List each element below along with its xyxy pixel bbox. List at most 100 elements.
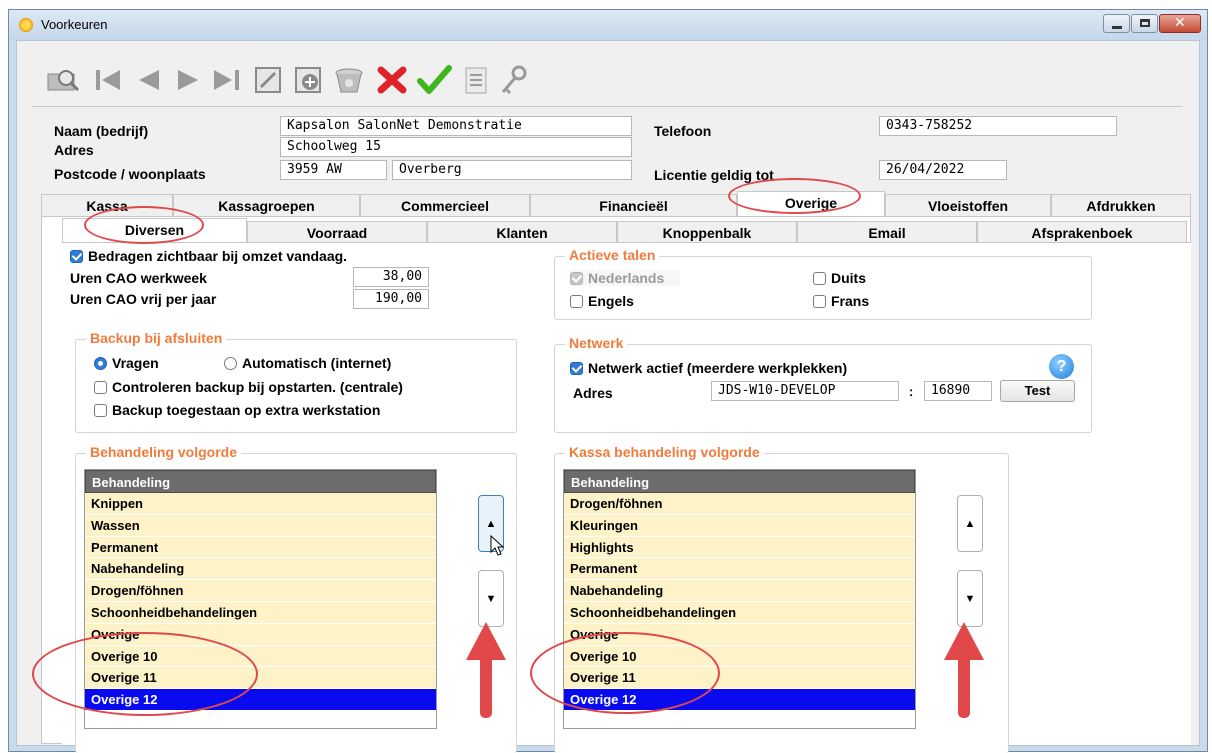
- languages-group: Actieve talen Nederlands Duits Engels Fr…: [554, 247, 1092, 320]
- keys-icon: [501, 65, 527, 95]
- tab-voorraad[interactable]: Voorraad: [247, 221, 427, 243]
- tab-afdrukken[interactable]: Afdrukken: [1051, 194, 1191, 216]
- hours-week-label: Uren CAO werkweek: [70, 270, 207, 286]
- keys-button[interactable]: [495, 63, 533, 97]
- help-icon[interactable]: ?: [1049, 354, 1074, 379]
- phone-field[interactable]: 0343-758252: [879, 116, 1117, 136]
- maximize-button[interactable]: [1131, 14, 1158, 33]
- register-move-down-button[interactable]: ▼: [957, 570, 983, 627]
- annotation-ellipse-diversen-tab: [84, 206, 204, 244]
- register-order-header[interactable]: Behandeling: [564, 470, 915, 493]
- language-french-option[interactable]: Frans: [813, 293, 869, 309]
- tab-commercieel[interactable]: Commercieel: [360, 194, 530, 216]
- company-name-field[interactable]: Kapsalon SalonNet Demonstratie: [280, 116, 632, 136]
- last-record-button[interactable]: [209, 63, 247, 97]
- list-item[interactable]: Permanent: [85, 536, 436, 559]
- network-active-checkbox[interactable]: [570, 362, 583, 375]
- backup-automatic-radio[interactable]: [224, 357, 237, 370]
- backup-check-startup-option[interactable]: Controleren backup bij opstarten. (centr…: [94, 379, 403, 395]
- language-french-label: Frans: [831, 293, 870, 309]
- backup-group: Backup bij afsluiten Vragen Automatisch …: [75, 330, 517, 433]
- network-host-field[interactable]: JDS-W10-DEVELOP: [711, 381, 899, 401]
- close-icon: ✕: [1174, 15, 1186, 31]
- register-move-up-button[interactable]: ▲: [957, 495, 983, 552]
- list-item[interactable]: Schoonheidbehandelingen: [564, 601, 915, 624]
- list-item[interactable]: Wassen: [85, 514, 436, 537]
- city-field[interactable]: Overberg: [392, 160, 632, 180]
- backup-ask-option[interactable]: Vragen: [94, 355, 159, 371]
- previous-record-button[interactable]: [129, 63, 167, 97]
- hours-year-label: Uren CAO vrij per jaar: [70, 291, 217, 307]
- list-item[interactable]: Knippen: [85, 493, 436, 515]
- first-record-button[interactable]: [89, 63, 127, 97]
- address-field[interactable]: Schoolweg 15: [280, 137, 632, 157]
- add-icon: [295, 67, 321, 93]
- show-amounts-option[interactable]: Bedragen zichtbaar bij omzet vandaag.: [70, 248, 347, 264]
- list-item[interactable]: Drogen/föhnen: [564, 493, 915, 515]
- list-item[interactable]: Permanent: [564, 558, 915, 581]
- previous-record-icon: [139, 70, 159, 90]
- backup-ask-radio[interactable]: [94, 357, 107, 370]
- delete-icon: [335, 68, 363, 93]
- edit-icon: [255, 67, 281, 93]
- backup-automatic-option[interactable]: Automatisch (internet): [224, 355, 391, 371]
- move-up-icon: ▲: [964, 517, 976, 530]
- list-item[interactable]: Highlights: [564, 536, 915, 559]
- annotation-ellipse-right-list: [530, 632, 720, 714]
- treatment-move-down-button[interactable]: ▼: [478, 570, 504, 627]
- list-item[interactable]: Kleuringen: [564, 514, 915, 537]
- show-amounts-label: Bedragen zichtbaar bij omzet vandaag.: [88, 248, 348, 264]
- app-icon: [19, 18, 33, 32]
- tab-financieel[interactable]: Financieël: [530, 194, 737, 216]
- title-bar[interactable]: Voorkeuren ✕: [9, 10, 1207, 40]
- hours-year-field[interactable]: 190,00: [353, 289, 429, 309]
- tab-knoppenbalk[interactable]: Knoppenbalk: [617, 221, 797, 243]
- language-german-checkbox[interactable]: [813, 272, 826, 285]
- next-record-button[interactable]: [169, 63, 207, 97]
- toolbar-divider: [32, 106, 1182, 107]
- maximize-icon: [1140, 19, 1150, 27]
- minimize-button[interactable]: [1103, 14, 1130, 33]
- show-amounts-checkbox[interactable]: [70, 250, 83, 263]
- cancel-button[interactable]: [373, 63, 411, 97]
- backup-check-startup-checkbox[interactable]: [94, 381, 107, 394]
- list-item[interactable]: Nabehandeling: [564, 580, 915, 602]
- network-active-option[interactable]: Netwerk actief (meerdere werkplekken): [570, 360, 847, 376]
- tab-vloeistoffen[interactable]: Vloeistoffen: [885, 194, 1051, 216]
- close-button[interactable]: ✕: [1159, 14, 1201, 33]
- move-down-icon: ▼: [964, 592, 976, 605]
- list-button[interactable]: [457, 63, 495, 97]
- network-test-button[interactable]: Test: [1000, 380, 1075, 402]
- tab-kassagroepen[interactable]: Kassagroepen: [173, 194, 360, 216]
- list-item[interactable]: Drogen/föhnen: [85, 580, 436, 602]
- annotation-arrow-up-icon: [944, 622, 984, 718]
- list-icon: [465, 67, 487, 94]
- language-french-checkbox[interactable]: [813, 295, 826, 308]
- edit-button[interactable]: [249, 63, 287, 97]
- list-item[interactable]: Schoonheidbehandelingen: [85, 601, 436, 624]
- add-button[interactable]: [289, 63, 327, 97]
- postcode-field[interactable]: 3959 AW: [280, 160, 387, 180]
- search-button[interactable]: [45, 63, 83, 97]
- annotation-arrow-up-icon: [466, 622, 506, 718]
- list-item[interactable]: Nabehandeling: [85, 558, 436, 581]
- license-field[interactable]: 26/04/2022: [879, 160, 1007, 180]
- tab-afsprakenboek[interactable]: Afsprakenboek: [977, 221, 1187, 243]
- language-english-option[interactable]: Engels: [570, 293, 634, 309]
- language-english-checkbox[interactable]: [570, 295, 583, 308]
- next-record-icon: [178, 70, 198, 90]
- backup-allow-extra-checkbox[interactable]: [94, 404, 107, 417]
- backup-title: Backup bij afsluiten: [86, 330, 227, 346]
- confirm-button[interactable]: [415, 63, 453, 97]
- languages-title: Actieve talen: [565, 247, 660, 263]
- treatment-order-header[interactable]: Behandeling: [85, 470, 436, 493]
- backup-allow-extra-option[interactable]: Backup toegestaan op extra werkstation: [94, 402, 380, 418]
- backup-ask-label: Vragen: [112, 355, 159, 371]
- delete-button[interactable]: [330, 63, 368, 97]
- network-port-field[interactable]: 16890: [924, 381, 992, 401]
- postcode-label: Postcode / woonplaats: [54, 166, 206, 182]
- tab-klanten[interactable]: Klanten: [427, 221, 617, 243]
- tab-email[interactable]: Email: [797, 221, 977, 243]
- language-german-option[interactable]: Duits: [813, 270, 866, 286]
- hours-week-field[interactable]: 38,00: [353, 267, 429, 287]
